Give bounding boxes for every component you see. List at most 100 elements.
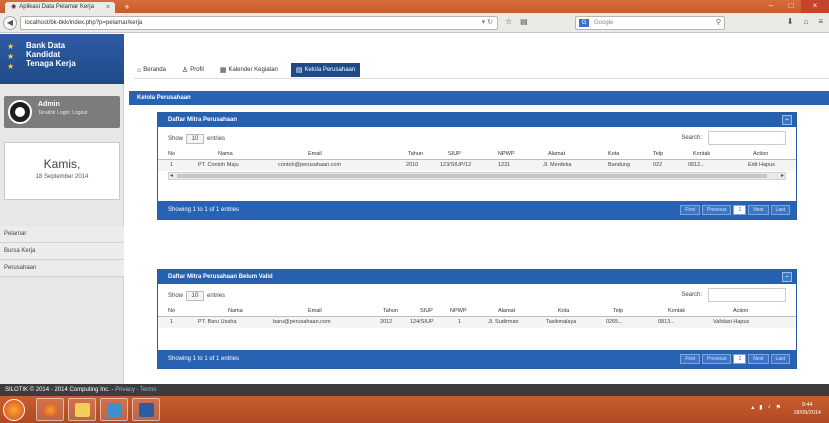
nav-beranda[interactable]: ⌂ Beranda [134, 63, 169, 77]
sidebar-item-perusahaan[interactable]: Perusahaan [0, 260, 124, 277]
new-tab-button[interactable]: + [120, 2, 134, 12]
horizontal-scrollbar[interactable]: ◂ ▸ [168, 172, 786, 180]
column-header[interactable]: SIUP [420, 306, 433, 317]
page-first-button[interactable]: First [680, 354, 701, 364]
maximize-button[interactable]: □ [781, 0, 801, 13]
sidebar-item-pelamar[interactable]: Pelamar [0, 226, 124, 243]
nav-profil[interactable]: ♙ Profil [179, 63, 207, 77]
collapse-icon[interactable]: – [782, 115, 792, 125]
google-icon: G [579, 19, 589, 27]
page-first-button[interactable]: First [680, 205, 701, 215]
menu-icon[interactable]: ≡ [818, 17, 823, 26]
entries-label: entries [207, 136, 226, 142]
table-cell: baru@perusahaan.com [273, 319, 331, 325]
column-header[interactable]: Email [308, 306, 322, 317]
column-header[interactable]: Nama [228, 306, 243, 317]
column-header[interactable]: Action [753, 149, 768, 160]
page-number-button[interactable]: 1 [733, 205, 747, 215]
column-header[interactable]: Kontak [668, 306, 685, 317]
table-cell: Tasikmalaya [546, 319, 577, 325]
scrollbar-thumb[interactable] [177, 174, 767, 178]
column-header[interactable]: No [168, 149, 175, 160]
tab-title: Aplikasi Data Pelamar Kerja [19, 4, 94, 10]
nav-kelola-perusahaan[interactable]: ▤ Kelola Perusahaan [290, 63, 361, 77]
column-header[interactable]: Email [308, 149, 322, 160]
table-info: Showing 1 to 1 of 1 entries [168, 207, 240, 213]
taskbar-app[interactable] [100, 398, 128, 421]
column-header[interactable]: NPWP [498, 149, 515, 160]
column-header[interactable]: Tahun [408, 149, 423, 160]
page-number-button[interactable]: 1 [733, 354, 747, 364]
search-input[interactable] [708, 131, 786, 145]
flag-icon[interactable]: ⚑ [776, 404, 781, 411]
row-actions[interactable]: Validasi Hapus [713, 317, 749, 328]
back-button[interactable]: ◀ [3, 16, 17, 30]
search-box[interactable]: G Google ⚲ [575, 16, 725, 30]
date-widget: Kamis, 18 September 2014 [4, 142, 120, 200]
taskbar-app-2[interactable] [132, 398, 160, 421]
download-icon[interactable]: ⬇ [787, 17, 794, 26]
table-cell: Bandung [608, 162, 631, 168]
search-icon[interactable]: ⚲ [716, 17, 721, 29]
column-header[interactable]: Kota [608, 149, 619, 160]
column-header[interactable]: Nama [218, 149, 233, 160]
user-subtitle[interactable]: Terakhir Login: Logout [38, 110, 116, 116]
entries-select[interactable]: 10 [186, 291, 205, 301]
close-window-button[interactable]: × [801, 0, 829, 13]
table-cell: 0812... [688, 162, 705, 168]
network-icon[interactable]: ▮ [759, 404, 762, 411]
system-tray: ▴ ▮ ♪ ⚑ [751, 404, 781, 411]
scroll-left-icon[interactable]: ◂ [170, 172, 173, 179]
logo-stars-icon: ★ ★ ★ [7, 42, 15, 71]
page-last-button[interactable]: Last [770, 205, 790, 215]
page-next-button[interactable]: Next [748, 205, 769, 215]
column-header[interactable]: Telp [613, 306, 623, 317]
taskbar: ▴ ▮ ♪ ⚑ 9:44 18/09/2014 [0, 396, 829, 423]
page-next-button[interactable]: Next [748, 354, 769, 364]
home-icon[interactable]: ⌂ [803, 17, 808, 26]
column-header[interactable]: Kota [558, 306, 569, 317]
reading-list-icon[interactable]: ▤ [520, 17, 528, 26]
tray-arrow-icon[interactable]: ▴ [751, 404, 754, 411]
bookmark-star-icon[interactable]: ☆ [505, 17, 512, 26]
footer-link[interactable]: Privacy - Terms [115, 387, 156, 393]
taskbar-firefox[interactable] [36, 398, 64, 421]
app-logo[interactable]: ★ ★ ★ Bank Data Kandidat Tenaga Kerja [0, 34, 124, 84]
table-cell: PT. Contoh Maju [198, 162, 239, 168]
browser-right-icons: ⬇ ⌂ ≡ [787, 17, 823, 26]
scroll-right-icon[interactable]: ▸ [781, 172, 784, 179]
taskbar-explorer[interactable] [68, 398, 96, 421]
column-header[interactable]: Action [733, 306, 748, 317]
date-day: Kamis, [43, 157, 81, 171]
column-header[interactable]: No [168, 306, 175, 317]
sidebar-item-bursa-kerja[interactable]: Bursa Kerja [0, 243, 124, 260]
column-header[interactable]: Tahun [383, 306, 398, 317]
minimize-button[interactable]: – [761, 0, 781, 13]
table-footer: Showing 1 to 1 of 1 entries First Previo… [158, 201, 796, 219]
column-header[interactable]: Telp [653, 149, 663, 160]
window-controls: – □ × [761, 0, 829, 13]
column-header[interactable]: SIUP [448, 149, 461, 160]
search-label: Search: [681, 135, 702, 141]
column-header[interactable]: Kontak [693, 149, 710, 160]
reload-icon[interactable]: ▾ ↻ [482, 17, 493, 29]
start-button[interactable] [3, 399, 25, 421]
browser-tab[interactable]: ◉ Aplikasi Data Pelamar Kerja × [5, 2, 115, 13]
row-actions[interactable]: Edit Hapus [748, 160, 775, 171]
column-header[interactable]: Alamat [548, 149, 565, 160]
column-header[interactable]: NPWP [450, 306, 467, 317]
entries-select[interactable]: 10 [186, 134, 205, 144]
nav-kalender[interactable]: ▦ Kalender Kegiatan [217, 63, 281, 77]
page-previous-button[interactable]: Previous [702, 205, 732, 215]
address-bar[interactable]: localhost/bk-bkk/index.php?p=pelamar/ker… [20, 16, 498, 30]
column-header[interactable]: Alamat [498, 306, 515, 317]
collapse-icon[interactable]: – [782, 272, 792, 282]
search-input[interactable] [708, 288, 786, 302]
sidebar: ★ ★ ★ Bank Data Kandidat Tenaga Kerja Admi… [0, 34, 124, 384]
page-last-button[interactable]: Last [770, 354, 790, 364]
volume-icon[interactable]: ♪ [768, 404, 771, 411]
system-clock[interactable]: 9:44 18/09/2014 [793, 401, 821, 417]
page-previous-button[interactable]: Previous [702, 354, 732, 364]
clock-date: 18/09/2014 [793, 410, 821, 416]
tab-close-icon[interactable]: × [106, 2, 110, 13]
